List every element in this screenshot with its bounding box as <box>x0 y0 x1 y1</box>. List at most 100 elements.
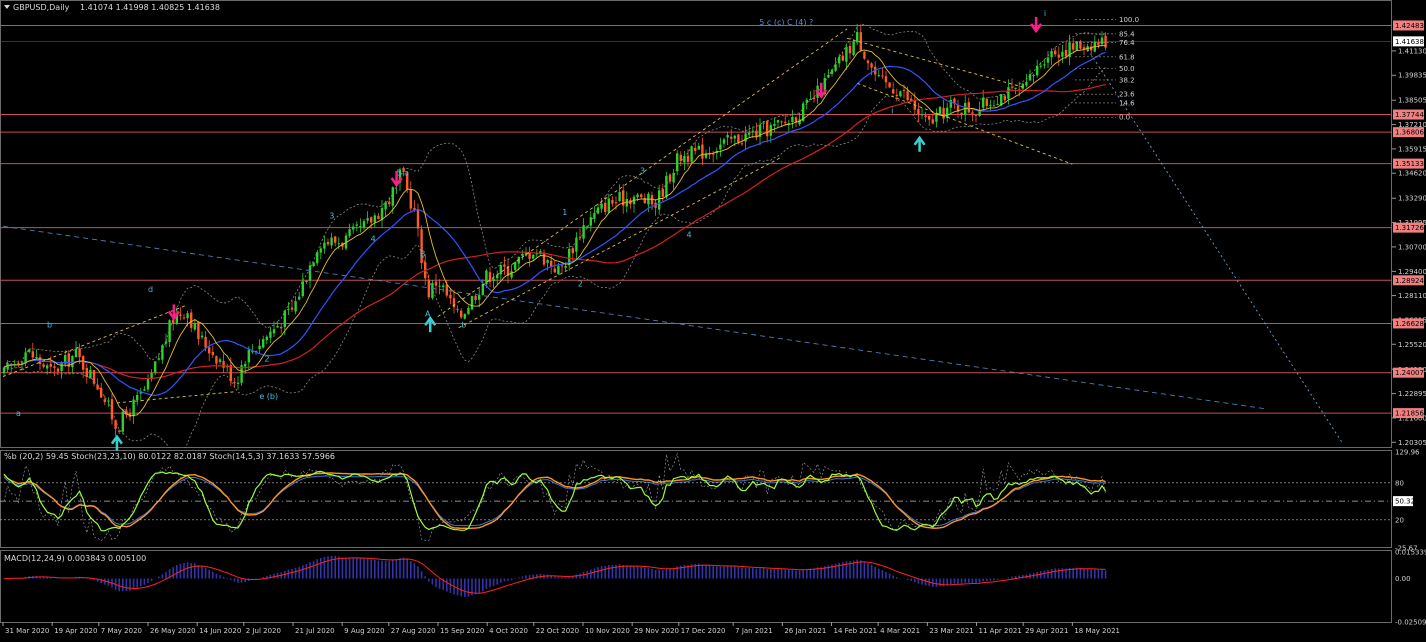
triangle-upper-line[interactable] <box>2 304 187 378</box>
candle[interactable] <box>157 353 160 361</box>
candle[interactable] <box>928 115 931 127</box>
candle[interactable] <box>226 363 229 372</box>
candle[interactable] <box>1010 78 1014 91</box>
candle[interactable] <box>85 363 88 384</box>
candle[interactable] <box>409 181 412 213</box>
candle[interactable] <box>672 168 675 190</box>
candle[interactable] <box>89 366 92 379</box>
candle[interactable] <box>884 70 888 89</box>
chart-svg[interactable]: 31 Mar 2020 19 Apr 2020 7 May 2020 26 May 2… <box>0 0 1426 638</box>
candle[interactable] <box>13 359 16 368</box>
candle[interactable] <box>1072 38 1075 54</box>
candle[interactable] <box>168 319 171 348</box>
candle[interactable] <box>622 184 625 214</box>
candle[interactable] <box>215 355 218 370</box>
candle[interactable] <box>1032 73 1035 83</box>
candle[interactable] <box>510 265 513 280</box>
candle[interactable] <box>726 131 729 145</box>
candle[interactable] <box>942 99 945 124</box>
candle[interactable] <box>690 145 693 164</box>
symbol-dropdown-icon[interactable] <box>4 5 10 9</box>
candle[interactable] <box>841 51 844 62</box>
candle[interactable] <box>719 137 722 157</box>
chart-window[interactable]: 31 Mar 2020 19 Apr 2020 7 May 2020 26 May 2… <box>0 0 1426 638</box>
candle[interactable] <box>28 348 31 354</box>
candle[interactable] <box>323 235 326 254</box>
candle[interactable] <box>319 246 322 260</box>
candle[interactable] <box>668 173 672 185</box>
candle[interactable] <box>35 349 38 360</box>
candle[interactable] <box>60 361 63 379</box>
candle[interactable] <box>989 100 992 111</box>
candle[interactable] <box>118 429 121 434</box>
candle[interactable] <box>708 146 711 160</box>
candle[interactable] <box>935 108 938 128</box>
candle[interactable] <box>128 408 132 421</box>
candle[interactable] <box>312 262 315 267</box>
candle[interactable] <box>1036 60 1039 78</box>
candle[interactable] <box>499 262 502 282</box>
candle[interactable] <box>49 356 52 374</box>
candle[interactable] <box>190 309 193 333</box>
candle[interactable] <box>658 184 661 215</box>
candle[interactable] <box>996 96 999 106</box>
candle[interactable] <box>352 223 355 234</box>
candle[interactable] <box>326 238 330 247</box>
candle[interactable] <box>787 119 790 133</box>
candle[interactable] <box>308 261 312 289</box>
candle[interactable] <box>218 357 222 365</box>
candle[interactable] <box>661 183 664 203</box>
candle[interactable] <box>827 69 830 79</box>
candle[interactable] <box>132 395 135 425</box>
candle[interactable] <box>744 126 747 150</box>
candle[interactable] <box>208 340 211 362</box>
candle[interactable] <box>100 382 103 398</box>
candle[interactable] <box>164 333 168 348</box>
candle[interactable] <box>503 256 506 275</box>
candle[interactable] <box>960 112 963 120</box>
candle[interactable] <box>211 345 214 358</box>
candle[interactable] <box>917 102 920 123</box>
candle[interactable] <box>67 349 70 374</box>
candle[interactable] <box>305 280 308 284</box>
candle[interactable] <box>434 274 438 294</box>
candle[interactable] <box>384 200 387 217</box>
candle[interactable] <box>1097 38 1100 49</box>
candle[interactable] <box>262 335 265 349</box>
moving-average-fast[interactable] <box>3 44 1106 417</box>
candle[interactable] <box>899 90 902 98</box>
candle[interactable] <box>1043 58 1046 69</box>
candle[interactable] <box>294 296 297 315</box>
candle[interactable] <box>593 206 596 223</box>
candle[interactable] <box>589 211 592 232</box>
candle[interactable] <box>578 228 582 241</box>
candle[interactable] <box>366 211 369 224</box>
candle[interactable] <box>240 360 243 386</box>
candle[interactable] <box>859 24 862 53</box>
candle[interactable] <box>460 308 463 319</box>
candle[interactable] <box>316 251 319 266</box>
candle[interactable] <box>762 120 765 130</box>
candle[interactable] <box>107 397 110 408</box>
candle[interactable] <box>758 118 762 146</box>
candle[interactable] <box>611 196 614 207</box>
candle[interactable] <box>863 51 866 60</box>
candle[interactable] <box>848 41 852 59</box>
candle[interactable] <box>701 137 704 166</box>
candle[interactable] <box>380 200 384 229</box>
candle[interactable] <box>1021 82 1024 90</box>
candle[interactable] <box>892 82 895 95</box>
candle[interactable] <box>330 232 333 249</box>
candle[interactable] <box>1061 44 1064 64</box>
candle[interactable] <box>1039 62 1042 69</box>
candle[interactable] <box>856 23 859 45</box>
candle[interactable] <box>370 216 373 229</box>
candle[interactable] <box>985 97 988 110</box>
candle[interactable] <box>582 218 585 244</box>
candle[interactable] <box>341 242 344 251</box>
candle[interactable] <box>110 393 114 425</box>
candle[interactable] <box>467 305 470 315</box>
candle[interactable] <box>640 192 643 199</box>
candle[interactable] <box>618 184 621 203</box>
candle[interactable] <box>103 395 106 406</box>
